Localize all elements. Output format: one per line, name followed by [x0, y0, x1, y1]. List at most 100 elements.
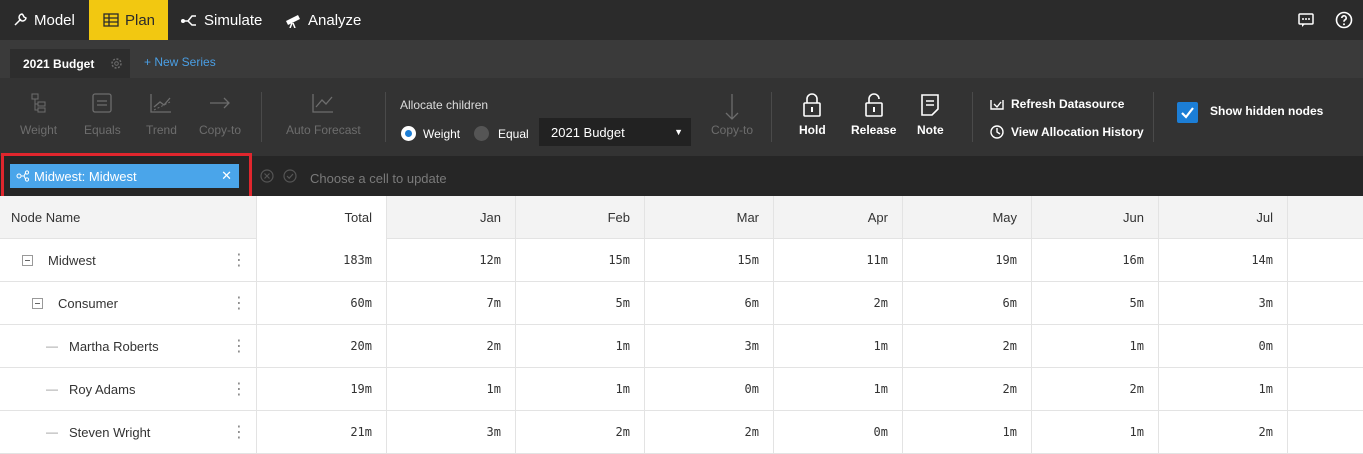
- table-cell[interactable]: 21m: [256, 411, 386, 454]
- trend-button[interactable]: Trend: [146, 92, 177, 137]
- note-button[interactable]: Note: [917, 92, 944, 137]
- table-cell[interactable]: 1m: [515, 325, 644, 368]
- table-cell[interactable]: 2m: [773, 282, 902, 325]
- column-header-jul[interactable]: Jul: [1158, 196, 1287, 239]
- header-row: Node Name Total Jan Feb Mar Apr May Jun …: [0, 196, 1363, 239]
- column-header-feb[interactable]: Feb: [515, 196, 644, 239]
- ribbon-toolbar: Weight Equals Trend Copy-to Auto Forecas…: [0, 78, 1363, 156]
- column-header-spacer: [1287, 196, 1363, 239]
- column-header-mar[interactable]: Mar: [644, 196, 773, 239]
- kebab-menu-icon[interactable]: ⋮: [231, 282, 247, 325]
- table-cell[interactable]: 6m: [644, 282, 773, 325]
- table-cell[interactable]: 1m: [773, 325, 902, 368]
- table-cell[interactable]: 1m: [515, 368, 644, 411]
- table-cell-spacer: [1287, 239, 1363, 282]
- branch-icon: [181, 15, 196, 26]
- column-header-jan[interactable]: Jan: [386, 196, 515, 239]
- nav-simulate[interactable]: Simulate: [180, 0, 270, 40]
- table-cell[interactable]: 3m: [1158, 282, 1287, 325]
- collapse-toggle-icon[interactable]: [32, 298, 43, 309]
- nav-model[interactable]: Model: [12, 0, 92, 40]
- table-cell[interactable]: 15m: [644, 239, 773, 282]
- table-cell[interactable]: 16m: [1031, 239, 1158, 282]
- weight-button[interactable]: Weight: [20, 92, 57, 137]
- table-cell[interactable]: 2m: [1158, 411, 1287, 454]
- column-header-jun[interactable]: Jun: [1031, 196, 1158, 239]
- refresh-datasource-link[interactable]: Refresh Datasource: [989, 97, 1124, 111]
- table-cell[interactable]: 183m: [256, 239, 386, 282]
- table-cell[interactable]: 1m: [1158, 368, 1287, 411]
- table-cell[interactable]: 6m: [902, 282, 1031, 325]
- table-cell[interactable]: 60m: [256, 282, 386, 325]
- row-node-name: Midwest: [48, 253, 96, 268]
- column-header-may[interactable]: May: [902, 196, 1031, 239]
- series-select[interactable]: 2021 Budget ▼: [539, 118, 691, 146]
- kebab-menu-icon[interactable]: ⋮: [231, 368, 247, 411]
- table-cell[interactable]: 2m: [1031, 368, 1158, 411]
- confirm-circle-icon[interactable]: [283, 169, 297, 183]
- cell-update-hint: Choose a cell to update: [310, 171, 447, 186]
- radio-equal[interactable]: [474, 126, 489, 141]
- chat-icon[interactable]: [1297, 11, 1315, 29]
- table-cell[interactable]: 2m: [644, 411, 773, 454]
- table-cell[interactable]: 1m: [1031, 411, 1158, 454]
- leaf-dash-icon: —: [46, 382, 58, 396]
- gear-icon[interactable]: [110, 57, 123, 70]
- table-cell[interactable]: 3m: [644, 325, 773, 368]
- table-row[interactable]: Midwest ⋮ 183m 12m 15m 15m 11m 19m 16m 14m: [0, 239, 1363, 282]
- tab-2021-budget[interactable]: 2021 Budget: [10, 49, 130, 78]
- table-cell[interactable]: 7m: [386, 282, 515, 325]
- table-cell[interactable]: 15m: [515, 239, 644, 282]
- table-cell[interactable]: 14m: [1158, 239, 1287, 282]
- cancel-circle-icon[interactable]: [260, 169, 274, 183]
- column-header-total[interactable]: Total: [256, 196, 386, 239]
- copy-to-left-label: Copy-to: [199, 123, 242, 137]
- collapse-toggle-icon[interactable]: [22, 255, 33, 266]
- table-cell[interactable]: 3m: [386, 411, 515, 454]
- table-cell-spacer: [1287, 368, 1363, 411]
- table-cell[interactable]: 11m: [773, 239, 902, 282]
- table-cell[interactable]: 1m: [902, 411, 1031, 454]
- new-series-button[interactable]: + New Series: [144, 55, 216, 69]
- kebab-menu-icon[interactable]: ⋮: [231, 239, 247, 282]
- table-cell[interactable]: 20m: [256, 325, 386, 368]
- leaf-dash-icon: —: [46, 425, 58, 439]
- table-cell[interactable]: 2m: [386, 325, 515, 368]
- table-row[interactable]: — Martha Roberts ⋮ 20m 2m 1m 3m 1m 2m 1m 0m: [0, 325, 1363, 368]
- table-row[interactable]: — Steven Wright ⋮ 21m 3m 2m 2m 0m 1m 1m 2m: [0, 411, 1363, 454]
- table-cell[interactable]: 1m: [1031, 325, 1158, 368]
- table-cell[interactable]: 1m: [386, 368, 515, 411]
- table-cell[interactable]: 12m: [386, 239, 515, 282]
- arrow-down-icon: [725, 94, 739, 120]
- help-icon[interactable]: [1335, 11, 1353, 29]
- nav-analyze[interactable]: Analyze: [284, 0, 374, 40]
- table-cell[interactable]: 2m: [902, 325, 1031, 368]
- hold-button[interactable]: Hold: [799, 92, 826, 137]
- table-cell[interactable]: 19m: [256, 368, 386, 411]
- view-allocation-history-label: View Allocation History: [1011, 125, 1144, 139]
- show-hidden-nodes-checkbox[interactable]: [1177, 102, 1198, 123]
- table-cell[interactable]: 2m: [902, 368, 1031, 411]
- table-row[interactable]: Consumer ⋮ 60m 7m 5m 6m 2m 6m 5m 3m: [0, 282, 1363, 325]
- view-allocation-history-link[interactable]: View Allocation History: [989, 124, 1144, 140]
- table-cell[interactable]: 19m: [902, 239, 1031, 282]
- release-button[interactable]: Release: [851, 92, 896, 137]
- copy-to-left-button[interactable]: Copy-to: [199, 92, 241, 137]
- auto-forecast-button[interactable]: Auto Forecast: [286, 92, 361, 137]
- table-cell[interactable]: 0m: [773, 411, 902, 454]
- table-cell[interactable]: 5m: [1031, 282, 1158, 325]
- kebab-menu-icon[interactable]: ⋮: [231, 411, 247, 454]
- table-cell[interactable]: 0m: [1158, 325, 1287, 368]
- table-cell[interactable]: 1m: [773, 368, 902, 411]
- column-header-apr[interactable]: Apr: [773, 196, 902, 239]
- kebab-menu-icon[interactable]: ⋮: [231, 325, 247, 368]
- table-row[interactable]: — Roy Adams ⋮ 19m 1m 1m 0m 1m 2m 2m 1m: [0, 368, 1363, 411]
- table-cell[interactable]: 0m: [644, 368, 773, 411]
- radio-weight[interactable]: [401, 126, 416, 141]
- copy-to-right-button[interactable]: Copy-to: [711, 92, 753, 137]
- equals-button[interactable]: Equals: [84, 92, 121, 137]
- table-cell[interactable]: 2m: [515, 411, 644, 454]
- table-cell[interactable]: 5m: [515, 282, 644, 325]
- nav-plan[interactable]: Plan: [89, 0, 168, 40]
- column-header-node-name[interactable]: Node Name: [0, 196, 256, 239]
